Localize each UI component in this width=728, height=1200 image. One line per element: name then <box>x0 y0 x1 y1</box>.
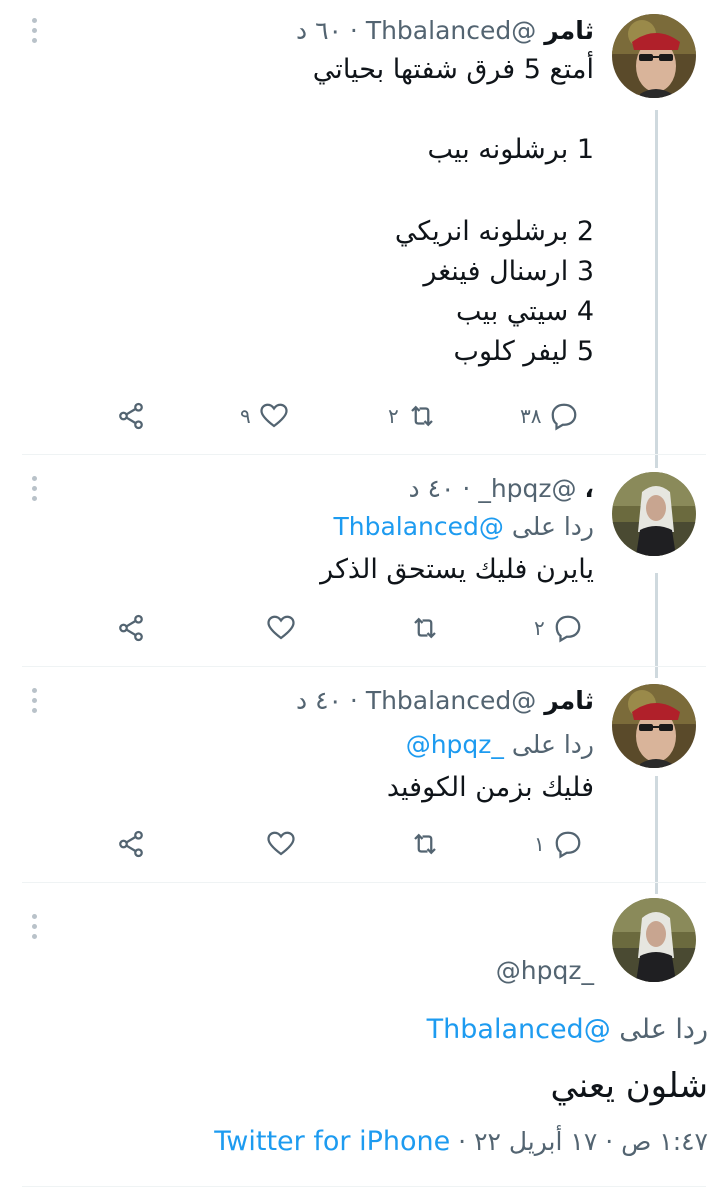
tweet-meta: ١:٤٧ ص · ١٧ أبريل ٢٢ · Twitter for iPhon… <box>214 1126 708 1157</box>
tweet-actions: ٩ ٢ ٣٨ <box>110 396 610 436</box>
retweet-button[interactable] <box>410 824 440 864</box>
replying-to: ردا على @Thbalanced <box>333 510 594 544</box>
share-icon <box>119 614 143 642</box>
replying-to: ردا على @Thbalanced <box>427 1014 708 1045</box>
tweet-line <box>313 90 594 130</box>
reply-button[interactable]: ٣٨ <box>520 396 579 436</box>
tweet-line <box>313 170 594 212</box>
share-button[interactable] <box>116 608 146 648</box>
divider <box>22 882 706 883</box>
tweet-text: أمتع 5 فرق شفتها بحياتي 1 برشلونه بيب 2 … <box>313 50 594 372</box>
timestamp[interactable]: · ٦٠ د <box>296 16 358 45</box>
timestamp[interactable]: · ٤٠ د <box>409 474 471 503</box>
share-icon <box>119 830 143 858</box>
tweet-actions: ٢ <box>110 608 610 648</box>
avatar[interactable] <box>612 684 696 768</box>
handle[interactable]: _hpqz@ <box>496 956 594 985</box>
more-icon[interactable] <box>28 914 42 944</box>
like-icon <box>267 831 295 856</box>
share-icon <box>119 402 143 430</box>
like-button[interactable]: ٩ <box>240 396 289 436</box>
replying-prefix: ردا على <box>511 730 594 759</box>
retweet-count: ٢ <box>388 404 399 428</box>
reply-count: ٢ <box>534 616 545 640</box>
retweet-icon <box>410 405 433 427</box>
retweet-icon <box>414 833 436 855</box>
divider <box>22 666 706 667</box>
tweet-line: 5 ليفر كلوب <box>453 336 594 367</box>
tweet-header: ، @hpqz_ · ٤٠ د <box>409 472 594 506</box>
focused-tweet-text: شلون يعني <box>550 1066 708 1106</box>
like-button[interactable] <box>266 824 296 864</box>
handle[interactable]: @Thbalanced <box>366 16 536 45</box>
like-count: ٩ <box>240 404 251 428</box>
reply-icon <box>552 403 577 431</box>
tweet-line: 3 ارسنال فينغر <box>423 256 594 287</box>
avatar[interactable] <box>612 14 696 98</box>
share-button[interactable] <box>116 824 146 864</box>
share-button[interactable] <box>116 396 146 436</box>
display-name[interactable]: ثامر <box>544 686 594 715</box>
retweet-icon <box>414 617 436 639</box>
more-icon[interactable] <box>28 476 42 506</box>
tweet-timestamp[interactable]: ١:٤٧ ص · ١٧ أبريل ٢٢ · <box>458 1127 708 1156</box>
replying-prefix: ردا على <box>619 1014 708 1045</box>
tweet-line: 1 برشلونه بيب <box>427 134 594 165</box>
divider <box>22 1186 706 1187</box>
handle[interactable]: @hpqz_ <box>478 474 576 503</box>
handle[interactable]: @Thbalanced <box>366 686 536 715</box>
retweet-button[interactable]: ٢ <box>388 396 437 436</box>
reply-count: ٣٨ <box>520 404 542 428</box>
replying-to-link[interactable]: @Thbalanced <box>333 512 503 541</box>
focused-handle[interactable]: _hpqz@ <box>496 954 594 988</box>
like-icon <box>267 615 295 640</box>
avatar[interactable] <box>612 472 696 556</box>
tweet-actions: ١ <box>110 824 610 864</box>
tweet-header: ثامر @Thbalanced · ٤٠ د <box>296 684 594 718</box>
thread-line <box>655 776 658 894</box>
reply-button[interactable]: ٢ <box>534 608 583 648</box>
tweet-text: يايرن فليك يستحق الذكر <box>320 554 594 585</box>
reply-icon <box>555 615 581 643</box>
tweet-line: أمتع 5 فرق شفتها بحياتي <box>312 54 594 85</box>
more-icon[interactable] <box>28 18 42 48</box>
tweet-line: 2 برشلونه انريكي <box>394 216 594 247</box>
tweet-text: فليك بزمن الكوفيد <box>386 772 594 803</box>
replying-prefix: ردا على <box>511 512 594 541</box>
tweet-source[interactable]: Twitter for iPhone <box>214 1126 450 1157</box>
replying-to-link[interactable]: _hpqz@ <box>406 730 504 759</box>
reply-icon <box>555 831 581 859</box>
tweet-line: 4 سيتي بيب <box>456 296 594 327</box>
like-icon <box>260 403 288 428</box>
replying-to: ردا على _hpqz@ <box>406 728 594 762</box>
display-name[interactable]: ، <box>585 474 595 503</box>
thread-line <box>655 110 658 468</box>
reply-button[interactable]: ١ <box>534 824 583 864</box>
divider <box>22 454 706 455</box>
like-button[interactable] <box>266 608 296 648</box>
retweet-button[interactable] <box>410 608 440 648</box>
thread-line <box>655 573 658 678</box>
tweet-header: ثامر @Thbalanced · ٦٠ د <box>296 14 594 48</box>
avatar[interactable] <box>612 898 696 982</box>
reply-count: ١ <box>534 832 545 856</box>
timestamp[interactable]: · ٤٠ د <box>296 686 358 715</box>
replying-to-link[interactable]: @Thbalanced <box>427 1014 611 1045</box>
more-icon[interactable] <box>28 688 42 718</box>
display-name[interactable]: ثامر <box>544 16 594 45</box>
